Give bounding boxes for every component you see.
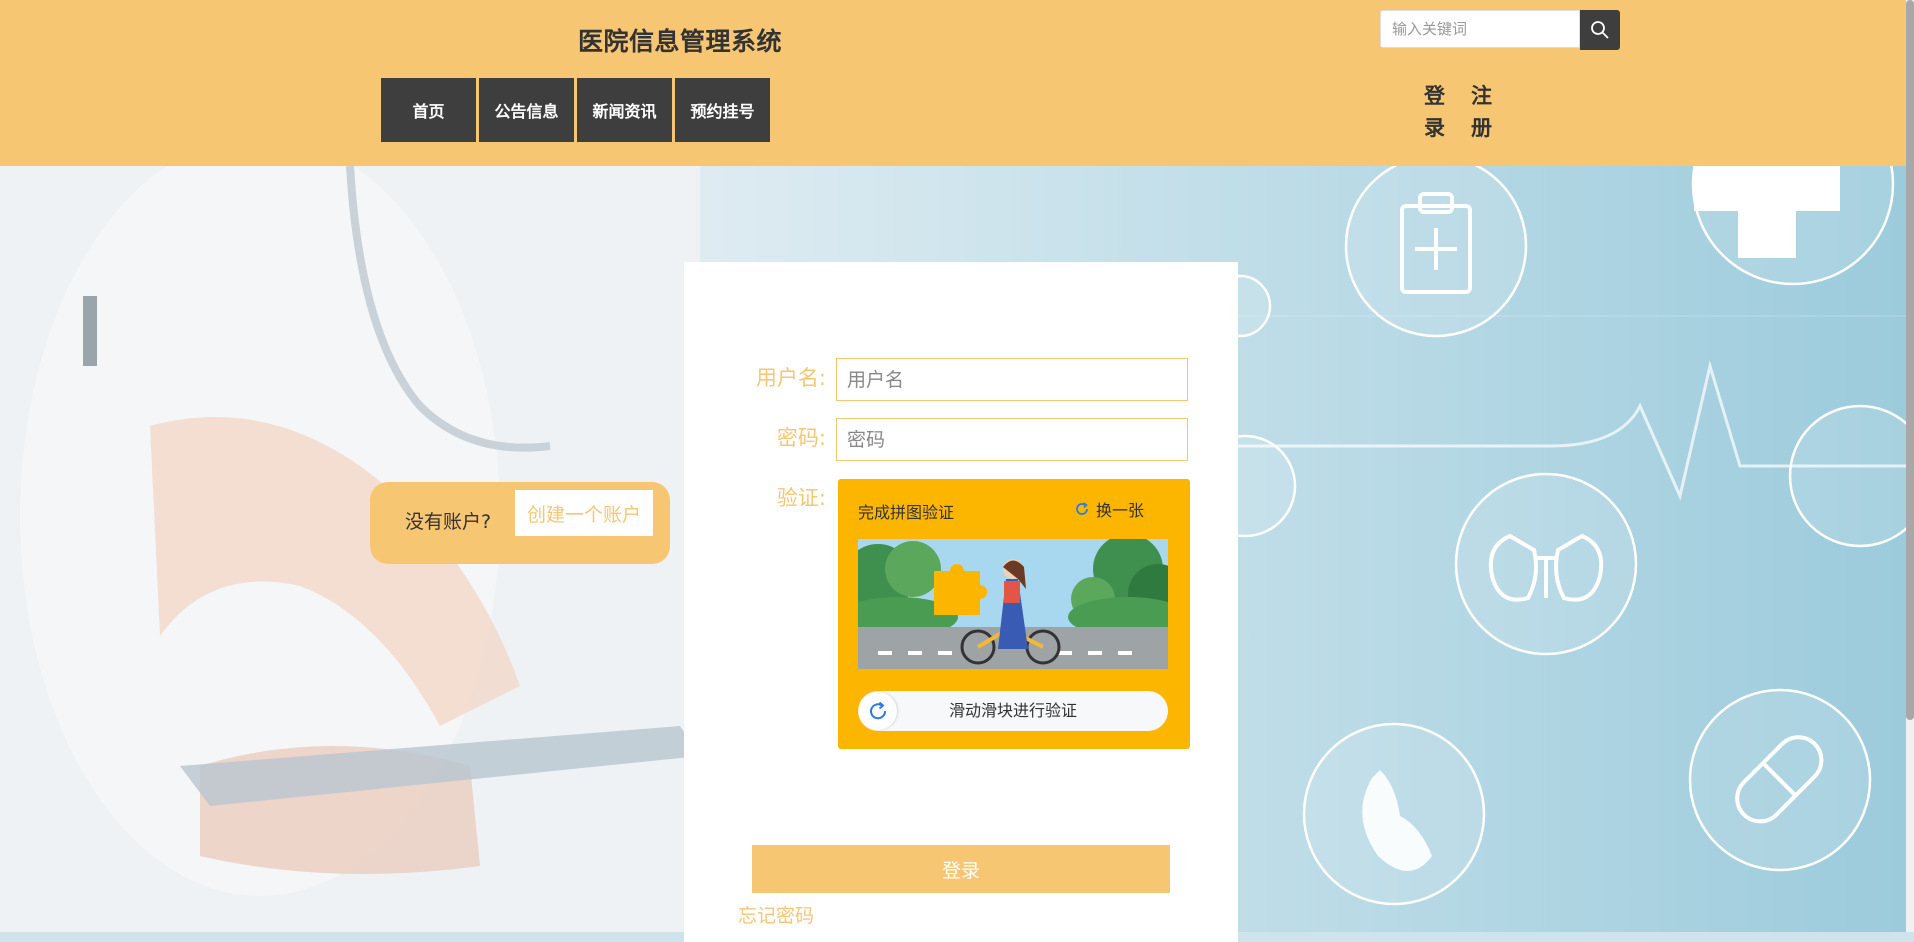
refresh-icon <box>870 701 887 720</box>
site-title: 医院信息管理系统 <box>578 27 783 56</box>
login-card: 用户名: 密码: 验证: 完成拼图验证 换一张 <box>684 262 1238 942</box>
scrollbar-thumb[interactable] <box>1906 0 1914 720</box>
captcha-title: 完成拼图验证 <box>858 503 955 522</box>
captcha-refresh-button[interactable]: 换一张 <box>1074 497 1144 521</box>
verify-label: 验证: <box>776 486 826 510</box>
login-link[interactable]: 登录 <box>1424 80 1446 144</box>
search-box <box>1380 10 1620 50</box>
no-account-text: 没有账户? <box>405 511 492 533</box>
puzzle-captcha: 完成拼图验证 换一张 滑动滑块进行验证 <box>838 479 1190 749</box>
scrollbar[interactable] <box>1906 0 1914 932</box>
forgot-password-link[interactable]: 忘记密码 <box>738 901 814 928</box>
username-input[interactable] <box>836 358 1188 401</box>
header: 医院信息管理系统 首页 公告信息 新闻资讯 预约挂号 登录 注册 <box>0 0 1906 166</box>
signup-prompt: 没有账户? 创建一个账户 <box>370 482 670 564</box>
username-label: 用户名: <box>755 366 826 390</box>
register-link[interactable]: 注册 <box>1471 80 1493 144</box>
nav-item-news[interactable]: 新闻资讯 <box>577 78 672 142</box>
captcha-refresh-label: 换一张 <box>1096 501 1145 520</box>
search-icon <box>1591 21 1609 39</box>
password-label: 密码: <box>776 426 826 450</box>
nav-item-announcements[interactable]: 公告信息 <box>479 78 574 142</box>
main-nav: 首页 公告信息 新闻资讯 预约挂号 <box>381 78 773 142</box>
captcha-puzzle-image <box>858 539 1168 669</box>
slider-hint: 滑动滑块进行验证 <box>948 701 1077 720</box>
password-input[interactable] <box>836 418 1188 461</box>
login-button[interactable]: 登录 <box>752 845 1170 893</box>
captcha-slider-track: 滑动滑块进行验证 <box>858 691 1168 731</box>
nav-item-appointment[interactable]: 预约挂号 <box>675 78 770 142</box>
search-input[interactable] <box>1380 10 1580 48</box>
refresh-icon <box>1074 501 1090 517</box>
captcha-slider-handle[interactable] <box>859 692 897 730</box>
nav-item-home[interactable]: 首页 <box>381 78 476 142</box>
create-account-button[interactable]: 创建一个账户 <box>515 490 653 536</box>
search-button[interactable] <box>1580 10 1620 50</box>
